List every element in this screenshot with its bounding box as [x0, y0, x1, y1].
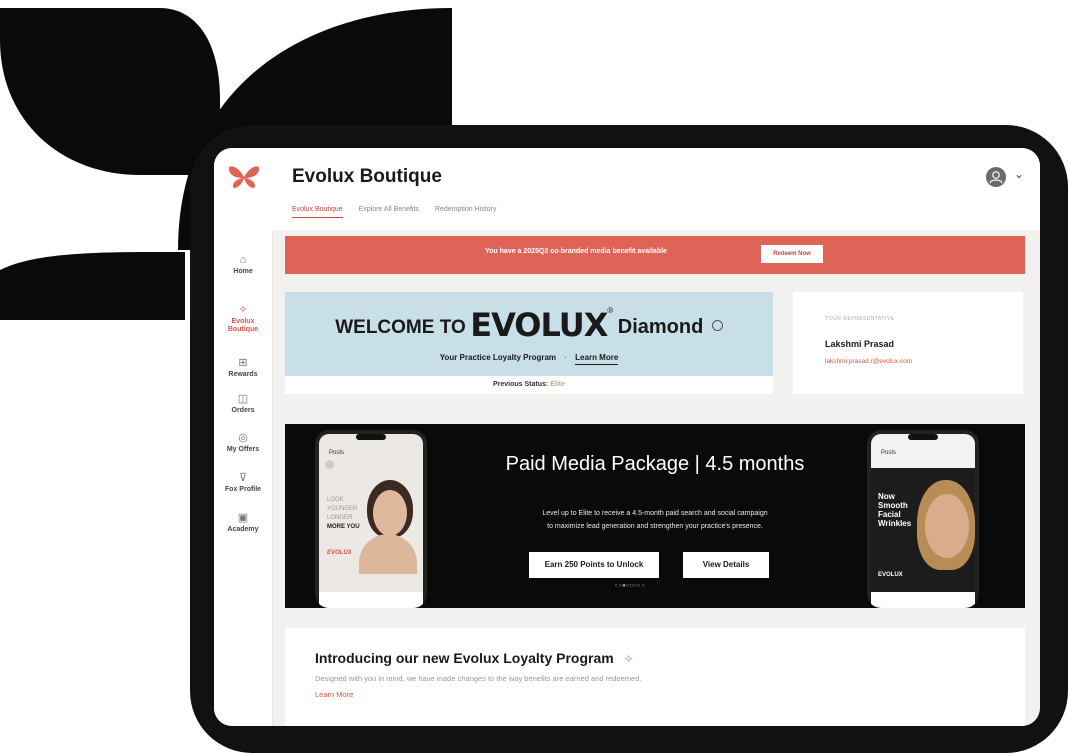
- sidebar-item-label: My Offers: [226, 446, 260, 453]
- phone-line: MORE YOU: [327, 524, 360, 530]
- rep-email-link[interactable]: lakshmi.prasad.r@evolux.com: [825, 358, 912, 365]
- phone-line: Facial: [878, 510, 901, 519]
- sidebar-item-evolux-boutique[interactable]: ✧ Evolux Boutique: [214, 304, 272, 334]
- phone-header: Posts: [881, 450, 897, 456]
- brand-wordmark: EVOLUX: [470, 306, 608, 344]
- rep-label: YOUR REPRESENTATIVE: [825, 316, 895, 322]
- previous-status-label: Previous Status:: [493, 381, 549, 388]
- separator: ·: [564, 353, 567, 362]
- promo-description-line: Level up to Elite to receive a 4.5-month…: [542, 510, 768, 517]
- previous-status-bar: Previous Status: Elite: [285, 376, 773, 394]
- header: Evolux Boutique Evolux Boutique Explore …: [272, 148, 1040, 230]
- welcome-prefix: WELCOME TO: [335, 317, 466, 338]
- book-icon: ▣: [237, 512, 249, 524]
- tab-evolux-boutique[interactable]: Evolux Boutique: [292, 206, 343, 218]
- banner-text: You have a 2025Q3 co-branded media benef…: [485, 248, 667, 255]
- representative-card: YOUR REPRESENTATIVE Lakshmi Prasad laksh…: [793, 292, 1023, 394]
- gift-icon: ⊞: [238, 357, 248, 369]
- welcome-card: WELCOME TO EVOLUX® Diamond Your Practice…: [285, 292, 773, 376]
- previous-status-value: Elite: [550, 381, 565, 388]
- earn-points-button[interactable]: Earn 250 Points to Unlock: [529, 552, 659, 578]
- phone-notch: [356, 434, 386, 440]
- benefit-banner: You have a 2025Q3 co-branded media benef…: [285, 236, 1025, 274]
- page-title: Evolux Boutique: [292, 166, 442, 187]
- rep-name: Lakshmi Prasad: [825, 339, 895, 349]
- intro-description: Designed with you in mind, we have made …: [315, 674, 642, 683]
- registered-mark: ®: [607, 306, 614, 315]
- sidebar-item-label: Orders: [231, 407, 255, 414]
- welcome-subtitle-row: Your Practice Loyalty Program · Learn Mo…: [285, 353, 773, 365]
- tag-icon: ◎: [238, 432, 248, 444]
- intro-title-row: Introducing our new Evolux Loyalty Progr…: [315, 650, 634, 666]
- info-icon[interactable]: [711, 320, 723, 331]
- sidebar-item-label: Rewards: [228, 371, 258, 378]
- sidebar-item-label: Fox Profile: [224, 486, 262, 493]
- intro-title: Introducing our new Evolux Loyalty Progr…: [315, 650, 614, 666]
- phone-header: Posts: [329, 450, 345, 456]
- tab-bar: Evolux Boutique Explore All Benefits Red…: [292, 206, 496, 218]
- phone-line: YOUNGER: [327, 506, 358, 512]
- view-details-button[interactable]: View Details: [683, 552, 769, 578]
- sidebar-item-orders[interactable]: ◫ Orders: [214, 393, 272, 414]
- profile-avatar: [325, 460, 334, 469]
- sidebar-item-home[interactable]: ⌂ Home: [214, 254, 272, 275]
- phone-action-bar: [319, 592, 423, 608]
- phone-line: Smooth: [878, 501, 908, 510]
- promo-description-line: to maximize lead generation and strength…: [547, 523, 763, 530]
- sparkle-icon: ✧: [238, 304, 248, 316]
- tab-redemption-history[interactable]: Redemption History: [435, 206, 496, 218]
- welcome-subtitle: Your Practice Loyalty Program: [439, 353, 557, 362]
- phone-line: Now: [878, 492, 895, 501]
- phone-screen: Posts LOOK YOUNGER LONGER MORE YOU EVOLU…: [319, 434, 423, 608]
- tier-name: Diamond: [617, 316, 704, 338]
- intro-card: Introducing our new Evolux Loyalty Progr…: [285, 628, 1025, 726]
- phone-line: LONGER: [327, 515, 353, 521]
- sidebar-item-label: Academy: [227, 526, 259, 533]
- carousel-pagination[interactable]: ‹ ○●○○○○ ›: [615, 583, 644, 589]
- sidebar-item-label: Evolux Boutique: [227, 318, 259, 333]
- phone-screen: Posts Now Smooth Facial Wrinkles EVOLUX: [871, 434, 975, 608]
- sidebar: ⌂ Home ✧ Evolux Boutique ⊞ Rewards ◫ Ord…: [214, 148, 273, 726]
- butterfly-logo-icon[interactable]: [228, 165, 260, 189]
- learn-more-link[interactable]: Learn More: [575, 353, 619, 365]
- model-shoulders: [359, 534, 417, 574]
- phone-line: LOOK: [327, 497, 344, 503]
- user-avatar-icon[interactable]: [986, 167, 1006, 187]
- phone-action-bar: [871, 592, 975, 608]
- tab-explore-all-benefits[interactable]: Explore All Benefits: [359, 206, 419, 218]
- home-icon: ⌂: [239, 254, 247, 266]
- phone-brand: EVOLUX: [878, 572, 903, 578]
- promo-description: Level up to Elite to receive a 4.5-month…: [465, 507, 845, 533]
- right-phone-mockup: Posts Now Smooth Facial Wrinkles EVOLUX: [867, 430, 979, 608]
- model-face: [373, 490, 407, 536]
- chevron-down-icon[interactable]: ⌄: [1014, 167, 1024, 181]
- phone-line: Wrinkles: [878, 519, 912, 528]
- sidebar-item-academy[interactable]: ▣ Academy: [214, 512, 272, 533]
- promo-carousel: Posts LOOK YOUNGER LONGER MORE YOU EVOLU…: [285, 424, 1025, 608]
- sidebar-item-my-offers[interactable]: ◎ My Offers: [214, 432, 272, 453]
- location-icon: ⊽: [238, 472, 248, 484]
- sidebar-item-fox-profile[interactable]: ⊽ Fox Profile: [214, 472, 272, 493]
- sidebar-item-rewards[interactable]: ⊞ Rewards: [214, 357, 272, 378]
- bag-icon: ◫: [237, 393, 249, 405]
- left-phone-mockup: Posts LOOK YOUNGER LONGER MORE YOU EVOLU…: [315, 430, 427, 608]
- promo-title: Paid Media Package | 4.5 months: [505, 453, 805, 475]
- phone-notch: [908, 434, 938, 440]
- welcome-heading: WELCOME TO EVOLUX® Diamond: [285, 306, 773, 344]
- model-face: [925, 494, 969, 558]
- redeem-now-button[interactable]: Redeem Now: [761, 245, 823, 263]
- sparkle-icon: ✧: [623, 652, 634, 666]
- learn-more-link[interactable]: Learn More: [315, 690, 353, 699]
- sidebar-item-label: Home: [233, 268, 253, 275]
- app-screen: ⌂ Home ✧ Evolux Boutique ⊞ Rewards ◫ Ord…: [214, 148, 1040, 726]
- phone-brand: EVOLUX: [327, 550, 352, 556]
